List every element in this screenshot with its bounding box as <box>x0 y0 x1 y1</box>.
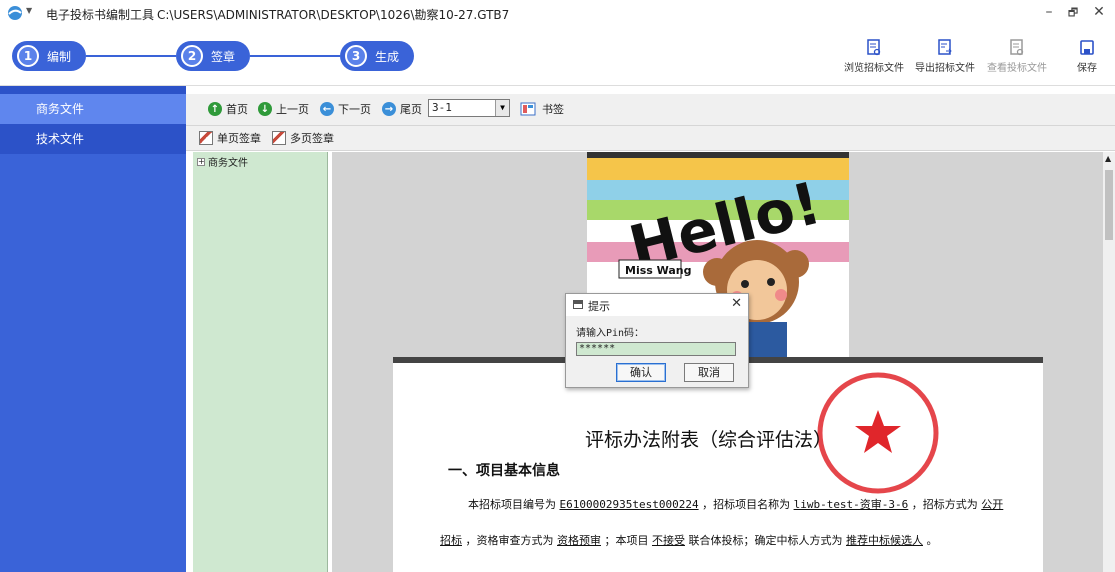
file-path: C:\USERS\ADMINISTRATOR\DESKTOP\1026\勘察10… <box>157 8 510 22</box>
document-tree: + 商务文件 <box>193 152 328 572</box>
view-bid-label: 查看投标文件 <box>987 63 1047 74</box>
red-seal-stamp <box>817 372 939 494</box>
document-export-icon <box>938 39 952 55</box>
toolbar-top-spacer <box>186 86 1115 94</box>
close-button[interactable]: ✕ <box>1090 4 1108 20</box>
tree-node-label: 商务文件 <box>208 158 248 169</box>
dropdown-arrow-icon[interactable]: ▼ <box>495 100 509 116</box>
minimize-button[interactable]: – <box>1040 4 1058 20</box>
text-segment: ；本项目 <box>604 534 649 547</box>
save-button[interactable]: 保存 <box>1072 39 1102 74</box>
arrow-down-icon: ↓ <box>258 102 272 116</box>
first-page-button[interactable]: ↑ 首页 <box>208 101 248 117</box>
expand-icon[interactable]: + <box>197 157 205 166</box>
pin-dialog: 提示 ✕ 请输入Pin码： ****** 确认 取消 <box>565 293 749 388</box>
arrow-up-icon: ↑ <box>208 102 222 116</box>
text-segment: ，招标方式为 <box>911 498 978 511</box>
text-segment: 联合体投标；确定中标人方式为 <box>688 534 843 547</box>
tender-method-cont: 招标 <box>440 534 462 547</box>
tree-node-business[interactable]: + 商务文件 <box>197 154 248 169</box>
text-segment: 本招标项目编号为 <box>468 498 556 511</box>
step-connector <box>86 55 176 57</box>
arrow-right-icon: → <box>382 102 396 116</box>
project-name: liwb-test-资审-3-6 <box>793 498 909 511</box>
export-tender-label: 导出招标文件 <box>915 63 975 74</box>
step-number: 2 <box>181 45 203 67</box>
browse-tender-label: 浏览招标文件 <box>844 63 904 74</box>
app-logo-icon[interactable] <box>7 5 23 21</box>
sidebar-item-business[interactable]: 商务文件 <box>0 94 186 124</box>
first-page-label: 首页 <box>226 103 248 116</box>
name-text: Miss Wang <box>625 264 692 277</box>
dialog-close-button[interactable]: ✕ <box>731 296 742 311</box>
cancel-button[interactable]: 取消 <box>684 363 734 382</box>
dialog-title: 提示 <box>588 300 610 313</box>
winner-method: 推荐中标候选人 <box>846 534 923 547</box>
step-label: 编制 <box>47 49 72 64</box>
restore-button[interactable]: 🗗 <box>1064 4 1082 23</box>
text-segment: ，招标项目名称为 <box>702 498 791 511</box>
dialog-title-bar[interactable]: 提示 ✕ <box>566 294 748 316</box>
single-page-sign-label: 单页签章 <box>217 132 261 145</box>
document-search-icon <box>867 39 881 56</box>
document-view-icon <box>1010 39 1024 56</box>
scroll-thumb[interactable] <box>1105 170 1113 240</box>
save-label: 保存 <box>1077 63 1097 74</box>
bookmark-icon <box>520 102 536 116</box>
section-heading: 一、项目基本信息 <box>448 463 560 479</box>
multi-page-sign-button[interactable]: 多页签章 <box>272 130 334 146</box>
step-number: 3 <box>345 45 367 67</box>
browse-tender-button[interactable]: 浏览招标文件 <box>842 39 906 74</box>
pin-prompt: 请输入Pin码： <box>576 328 645 339</box>
arrow-left-icon: ← <box>320 102 334 116</box>
save-icon <box>1080 40 1094 55</box>
next-page-label: 下一页 <box>338 103 371 116</box>
step-number: 1 <box>17 45 39 67</box>
stamp-icon <box>272 131 286 145</box>
vertical-scrollbar[interactable]: ▲ <box>1103 152 1115 572</box>
last-page-label: 尾页 <box>400 103 422 116</box>
review-method: 资格预审 <box>557 534 601 547</box>
page-select-value: 3-1 <box>432 101 452 114</box>
single-page-sign-button[interactable]: 单页签章 <box>199 130 261 146</box>
export-tender-button[interactable]: 导出招标文件 <box>913 39 977 74</box>
step-wizard: 1 编制 2 签章 3 生成 浏览招标文件 导出招标文件 查看投标文件 保存 <box>0 26 1115 86</box>
view-bid-button[interactable]: 查看投标文件 <box>984 39 1050 74</box>
step-edit[interactable]: 1 编制 <box>12 41 86 71</box>
scroll-up-icon[interactable]: ▲ <box>1105 154 1111 163</box>
last-page-button[interactable]: → 尾页 <box>382 101 422 117</box>
title-bar: ▼ 电子投标书编制工具 C:\USERS\ADMINISTRATOR\DESKT… <box>0 0 1115 26</box>
step-sign[interactable]: 2 签章 <box>176 41 250 71</box>
project-code: E6100002935test000224 <box>559 498 699 511</box>
step-label: 签章 <box>211 49 236 64</box>
app-title: 电子投标书编制工具 <box>46 8 155 22</box>
sidebar: 商务文件 技术文件 <box>0 86 186 572</box>
text-segment: 。 <box>926 534 938 547</box>
joint-bid-policy: 不接受 <box>652 534 685 547</box>
confirm-button[interactable]: 确认 <box>616 363 666 382</box>
stamp-icon <box>199 131 213 145</box>
multi-page-sign-label: 多页签章 <box>290 132 334 145</box>
next-page-button[interactable]: ← 下一页 <box>320 101 371 117</box>
bookmark-label: 书签 <box>542 103 564 116</box>
sidebar-item-technical[interactable]: 技术文件 <box>0 124 186 154</box>
step-label: 生成 <box>375 49 400 64</box>
page-select[interactable]: 3-1 ▼ <box>428 99 510 117</box>
sidebar-top-accent <box>0 86 186 94</box>
app-menu-chevron-icon[interactable]: ▼ <box>26 6 32 15</box>
text-segment: ，资格审查方式为 <box>465 534 554 547</box>
pin-input[interactable]: ****** <box>576 342 736 356</box>
document-title: 评标办法附表（综合评估法） <box>585 429 833 451</box>
bookmark-button[interactable]: 书签 <box>520 101 564 117</box>
tender-method: 公开 <box>981 498 1004 511</box>
step-generate[interactable]: 3 生成 <box>340 41 414 71</box>
prev-page-button[interactable]: ↓ 上一页 <box>258 101 309 117</box>
prev-page-label: 上一页 <box>276 103 309 116</box>
doc-paragraph-line1: 本招标项目编号为 E6100002935test000224 ，招标项目名称为 … <box>468 496 1003 512</box>
window-icon <box>573 300 583 309</box>
step-connector <box>250 55 340 57</box>
doc-paragraph-line2: 招标 ，资格审查方式为 资格预审 ；本项目 不接受 联合体投标；确定中标人方式为… <box>440 532 938 548</box>
